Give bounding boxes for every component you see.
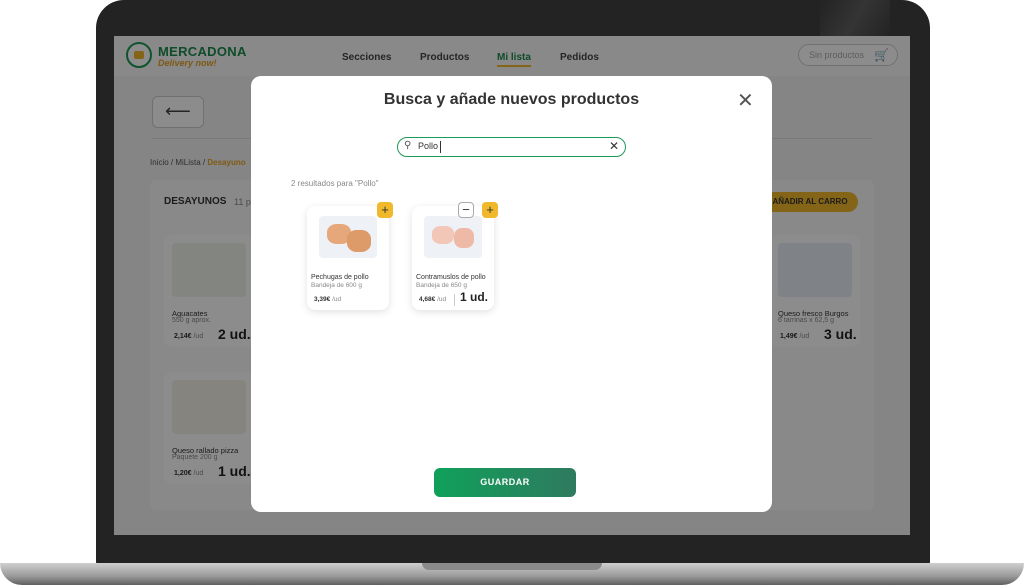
results-count: 2 resultados para "Pollo" xyxy=(291,179,379,188)
add-button[interactable]: + xyxy=(377,202,393,218)
product-image-pechugas xyxy=(319,216,377,258)
clear-icon[interactable]: ✕ xyxy=(609,139,619,153)
laptop-screen: MERCADONA Delivery now! Secciones Produc… xyxy=(114,36,910,535)
result-card[interactable]: Pechugas de pollo Bandeja de 600 g 3,39€… xyxy=(307,206,389,310)
search-icon: ⚲ xyxy=(404,140,412,151)
close-icon[interactable]: ✕ xyxy=(737,88,754,113)
product-image-contramuslos xyxy=(424,216,482,258)
result-name: Contramuslos de pollo xyxy=(416,274,486,281)
add-button[interactable]: + xyxy=(482,202,498,218)
search-input[interactable]: ⚲ Pollo ✕ xyxy=(397,137,626,157)
add-products-modal: Busca y añade nuevos productos ✕ ⚲ Pollo… xyxy=(251,76,772,512)
result-name: Pechugas de pollo xyxy=(311,274,369,281)
modal-title: Busca y añade nuevos productos xyxy=(383,91,640,108)
laptop-notch xyxy=(422,563,602,570)
remove-button[interactable]: − xyxy=(458,202,474,218)
result-detail: Bandeja de 600 g xyxy=(311,282,362,289)
search-value[interactable]: Pollo xyxy=(418,141,438,151)
save-button[interactable]: GUARDAR xyxy=(434,468,576,497)
lid-gloss xyxy=(820,0,890,40)
text-caret xyxy=(440,141,441,153)
result-price: 4,68€ /ud xyxy=(419,296,447,303)
result-card[interactable]: Contramuslos de pollo Bandeja de 650 g 4… xyxy=(412,206,494,310)
result-price: 3,39€ /ud xyxy=(314,296,342,303)
result-quantity: 1 ud. xyxy=(460,290,489,304)
result-detail: Bandeja de 650 g xyxy=(416,282,467,289)
price-divider xyxy=(454,294,455,306)
